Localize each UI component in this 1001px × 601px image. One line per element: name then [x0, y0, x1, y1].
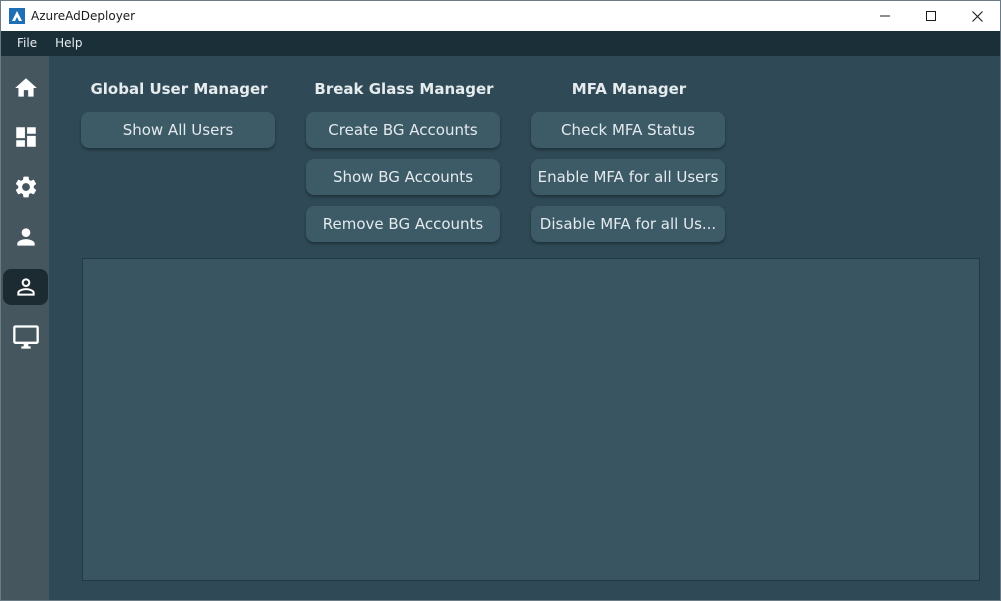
- window-title: AzureAdDeployer: [31, 9, 136, 23]
- user-outline-icon: [16, 278, 35, 296]
- maximize-button[interactable]: [908, 1, 954, 31]
- disable-mfa-button[interactable]: Disable MFA for all Us...: [531, 206, 725, 242]
- minimize-icon: [880, 15, 890, 17]
- menu-bar: File Help: [1, 31, 1000, 56]
- show-bg-accounts-button[interactable]: Show BG Accounts: [306, 159, 500, 195]
- azure-logo-icon: [9, 8, 25, 24]
- sidebar-item-home[interactable]: [3, 70, 48, 106]
- section-title-breakglass: Break Glass Manager: [314, 80, 494, 98]
- title-bar: AzureAdDeployer: [1, 1, 1000, 31]
- create-bg-accounts-button[interactable]: Create BG Accounts: [306, 112, 500, 148]
- mfa-manager-section: MFA Manager Check MFA Status Enable MFA …: [531, 79, 727, 242]
- output-panel[interactable]: [82, 258, 980, 581]
- gear-icon: [15, 176, 36, 198]
- sidebar-item-dashboard[interactable]: [3, 119, 48, 155]
- sidebar-item-devices[interactable]: [3, 319, 48, 355]
- main-content: Global User Manager Show All Users Break…: [49, 56, 1000, 600]
- sidebar-item-settings[interactable]: [3, 169, 48, 205]
- section-title-mfa: MFA Manager: [571, 80, 687, 98]
- monitor-icon: [12, 325, 39, 349]
- maximize-icon: [926, 11, 936, 21]
- sidebar-item-user-manager[interactable]: [3, 269, 48, 305]
- break-glass-manager-section: Break Glass Manager Create BG Accounts S…: [306, 79, 502, 242]
- dashboard-icon: [15, 127, 36, 147]
- app-window: AzureAdDeployer File Help Global User Ma…: [0, 0, 1001, 601]
- menu-file[interactable]: File: [8, 31, 46, 56]
- show-all-users-button[interactable]: Show All Users: [81, 112, 275, 148]
- close-button[interactable]: [954, 1, 1000, 31]
- remove-bg-accounts-button[interactable]: Remove BG Accounts: [306, 206, 500, 242]
- sidebar: [1, 56, 49, 600]
- check-mfa-status-button[interactable]: Check MFA Status: [531, 112, 725, 148]
- window-controls: [862, 1, 1000, 31]
- user-icon: [16, 228, 35, 246]
- global-user-manager-section: Global User Manager Show All Users: [81, 79, 277, 148]
- minimize-button[interactable]: [862, 1, 908, 31]
- home-icon: [14, 78, 37, 97]
- section-title-global: Global User Manager: [90, 80, 268, 98]
- menu-help[interactable]: Help: [46, 31, 91, 56]
- sidebar-item-user[interactable]: [3, 219, 48, 255]
- close-icon: [971, 10, 983, 22]
- enable-mfa-button[interactable]: Enable MFA for all Users: [531, 159, 725, 195]
